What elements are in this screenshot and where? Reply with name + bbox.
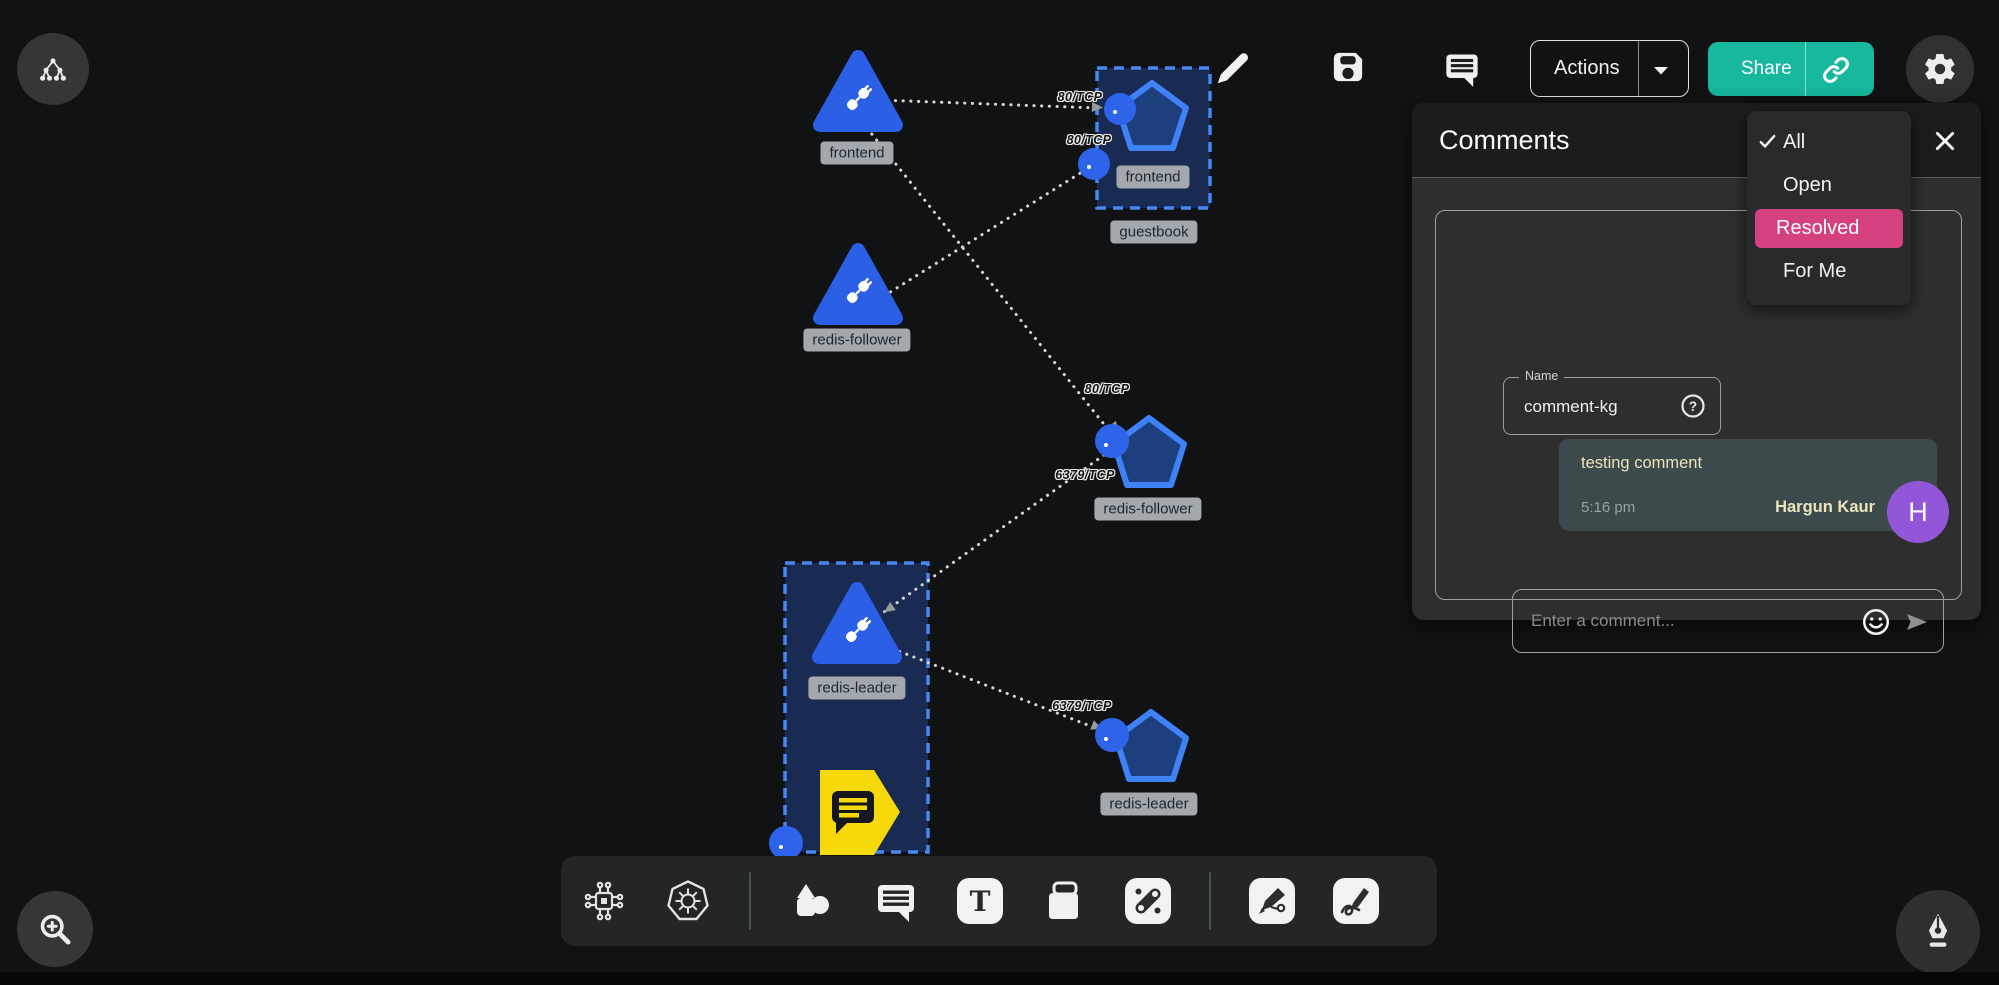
edit-pencil-button[interactable] — [1212, 49, 1252, 89]
pen-nib-button[interactable] — [1896, 890, 1980, 974]
help-icon[interactable]: ? — [1679, 392, 1707, 420]
edge-label: 80/TCP — [1085, 382, 1130, 396]
comment-input-box — [1512, 589, 1944, 653]
share-label: Share — [1741, 58, 1792, 80]
pencil-scribble-icon — [1333, 878, 1379, 924]
port[interactable] — [1095, 718, 1129, 752]
tree-icon — [38, 55, 68, 83]
window-edge — [0, 972, 1999, 985]
svg-text:T: T — [970, 885, 991, 918]
divider — [1638, 41, 1639, 96]
comment-icon — [873, 878, 919, 924]
chain-link-icon — [1125, 878, 1171, 924]
note-icon — [1041, 878, 1087, 924]
note-tool[interactable] — [1041, 878, 1087, 924]
text-tool[interactable]: T — [957, 878, 1003, 924]
comment-card[interactable]: testing comment 5:16 pm Hargun Kaur — [1559, 439, 1937, 531]
node-label: redis-follower — [803, 329, 910, 352]
port[interactable] — [1078, 148, 1110, 180]
svg-text:?: ? — [1689, 399, 1697, 414]
pen-nib-icon — [1917, 911, 1959, 953]
save-button[interactable] — [1330, 49, 1366, 85]
toolbar-divider — [749, 872, 751, 930]
kubernetes-tool[interactable] — [665, 878, 711, 924]
comment-text: testing comment — [1581, 454, 1702, 473]
pen-tool[interactable] — [1249, 878, 1295, 924]
canvas[interactable]: frontend frontend guestbook redis-follow… — [0, 0, 1999, 985]
divider — [1805, 42, 1806, 96]
node-label: redis-follower — [1094, 498, 1201, 521]
comments-toggle-button[interactable] — [1443, 50, 1481, 88]
emoji-icon[interactable] — [1861, 607, 1891, 637]
avatar[interactable]: H — [1887, 481, 1949, 543]
edge-label: 6379/TCP — [1055, 468, 1114, 482]
name-field-label: Name — [1519, 369, 1564, 383]
panel-title: Comments — [1439, 125, 1570, 156]
filter-item-for-me[interactable]: For Me — [1747, 250, 1911, 293]
send-icon[interactable] — [1904, 610, 1930, 634]
pencil-scribble-tool[interactable] — [1333, 878, 1379, 924]
node-label: redis-leader — [1100, 793, 1197, 816]
node-label: frontend — [1116, 166, 1189, 189]
port[interactable] — [1104, 93, 1136, 125]
comment-author: Hargun Kaur — [1775, 498, 1875, 517]
edge-label: 80/TCP — [1067, 133, 1112, 147]
chevron-down-icon[interactable] — [1653, 66, 1669, 75]
port[interactable] — [769, 826, 803, 860]
edge-label: 80/TCP — [1058, 90, 1103, 104]
avatar-initial: H — [1908, 497, 1928, 528]
settings-button[interactable] — [1906, 35, 1974, 103]
actions-button[interactable]: Actions — [1530, 40, 1689, 97]
comment-bubble-icon — [1443, 50, 1481, 88]
node-pentagon-redis-leader[interactable] — [1095, 712, 1186, 779]
filter-item-all[interactable]: All — [1747, 121, 1911, 164]
chain-link-tool[interactable] — [1125, 878, 1171, 924]
floppy-disk-icon — [1330, 49, 1366, 85]
pen-tool-icon — [1249, 878, 1295, 924]
filter-item-resolved[interactable]: Resolved — [1755, 209, 1903, 248]
text-icon: T — [957, 878, 1003, 924]
toolbar-divider — [1209, 872, 1211, 930]
edge-label: 6379/TCP — [1052, 699, 1111, 713]
gear-icon — [1922, 51, 1958, 87]
comment-time: 5:16 pm — [1581, 499, 1635, 516]
share-button[interactable]: Share — [1708, 42, 1874, 96]
circuit-node-tool[interactable] — [581, 878, 627, 924]
close-icon[interactable] — [1933, 129, 1957, 153]
comment-filter-menu: All Open Resolved For Me — [1747, 111, 1911, 305]
zoom-in-button[interactable] — [17, 891, 93, 967]
comment-input[interactable] — [1513, 590, 1853, 652]
node-label: frontend — [820, 142, 893, 165]
shapes-tool[interactable] — [789, 878, 835, 924]
comment-tool[interactable] — [873, 878, 919, 924]
name-field-value: comment-kg — [1524, 397, 1618, 417]
bottom-toolbar: T — [561, 856, 1437, 946]
hierarchy-tree-button[interactable] — [17, 33, 89, 105]
node-label: guestbook — [1110, 221, 1197, 244]
kubernetes-icon — [665, 878, 711, 924]
pencil-icon — [1212, 49, 1252, 89]
actions-label: Actions — [1554, 57, 1620, 80]
circuit-icon — [581, 878, 627, 924]
node-triangle-frontend[interactable] — [820, 57, 896, 125]
node-label: redis-leader — [808, 677, 905, 700]
node-triangle-redis-follower[interactable] — [820, 250, 896, 318]
check-icon — [1759, 134, 1776, 149]
shapes-icon — [789, 878, 835, 924]
name-field[interactable]: Name comment-kg ? — [1503, 377, 1721, 435]
link-icon[interactable] — [1821, 55, 1851, 85]
filter-item-open[interactable]: Open — [1747, 164, 1911, 207]
magnifier-plus-icon — [37, 911, 73, 947]
port[interactable] — [1095, 424, 1129, 458]
